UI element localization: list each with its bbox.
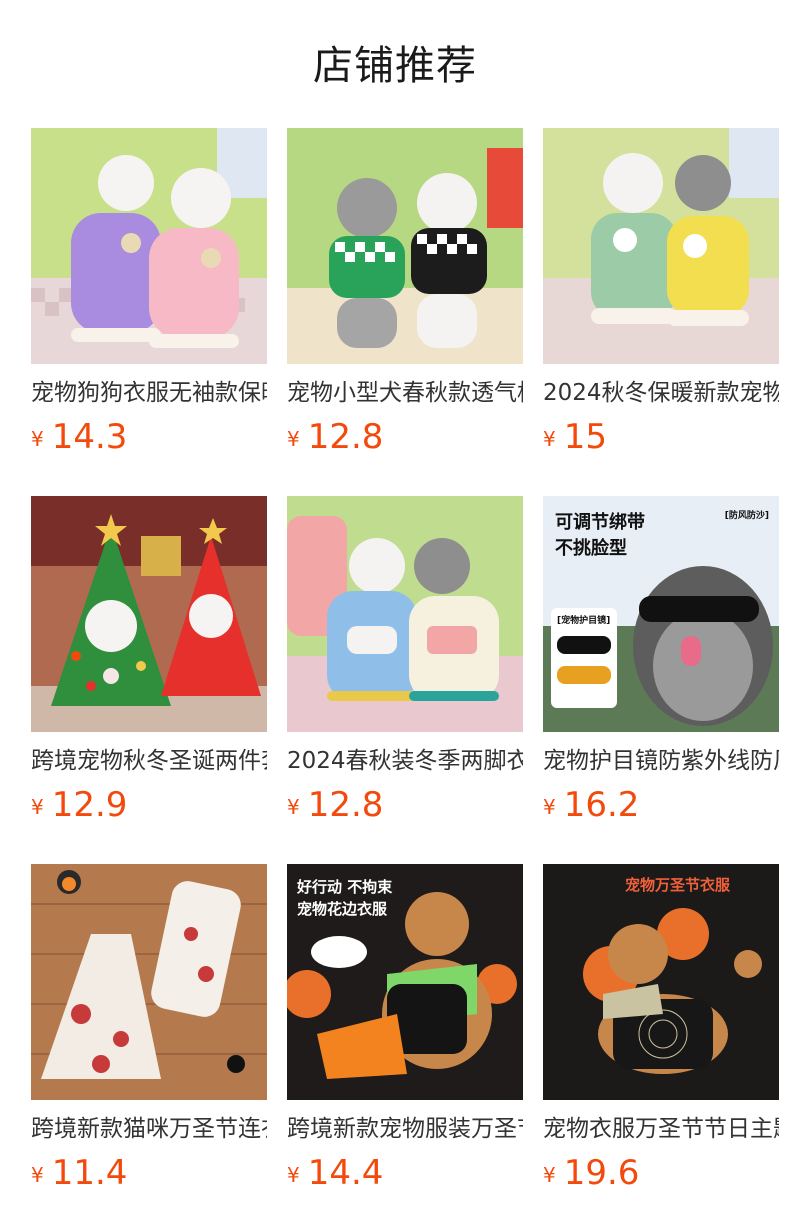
product-name[interactable]: 宠物护目镜防紫外线防风: [543, 744, 779, 778]
currency-symbol: ¥: [31, 427, 44, 451]
product-card[interactable]: 2024秋冬保暖新款宠物 ¥15: [543, 128, 779, 496]
overlay-headline-2: 不挑脸型: [555, 538, 627, 559]
product-price: ¥12.8: [287, 782, 523, 828]
product-image[interactable]: 可调节绑带 不挑脸型 [防风防沙] [宠物护目镜]: [543, 496, 779, 732]
product-card[interactable]: 宠物万圣节衣服 宠物衣服万圣节节日主题 ¥19.6: [543, 864, 779, 1232]
price-amount: 16.2: [563, 785, 640, 825]
currency-symbol: ¥: [543, 427, 556, 451]
overlay-headline-2: 宠物花边衣服: [297, 900, 388, 918]
currency-symbol: ¥: [31, 1163, 44, 1187]
product-image[interactable]: [31, 864, 267, 1100]
page-title: 店铺推荐: [313, 43, 477, 89]
product-name[interactable]: 2024春秋装冬季两脚衣: [287, 744, 523, 778]
product-image[interactable]: [287, 496, 523, 732]
product-price: ¥14.3: [31, 414, 267, 460]
product-image[interactable]: [543, 128, 779, 364]
overlay-headline-1: 宠物万圣节衣服: [625, 876, 731, 894]
currency-symbol: ¥: [287, 1163, 300, 1187]
currency-symbol: ¥: [287, 795, 300, 819]
price-amount: 14.3: [51, 417, 128, 457]
product-card[interactable]: 2024春秋装冬季两脚衣 ¥12.8: [287, 496, 523, 864]
price-amount: 15: [563, 417, 607, 457]
price-amount: 11.4: [51, 1153, 128, 1193]
product-name[interactable]: 宠物小型犬春秋款透气格纹: [287, 376, 523, 410]
overlay-headline-1: 好行动 不拘束: [297, 878, 393, 896]
product-name[interactable]: 2024秋冬保暖新款宠物: [543, 376, 779, 410]
product-name[interactable]: 宠物衣服万圣节节日主题: [543, 1112, 779, 1146]
product-image[interactable]: [31, 496, 267, 732]
shop-recommendations-page: 店铺推荐 宠物狗狗衣服无袖款保暖 ¥ 14.3 宠物小型犬春秋款透气 ¥ 12.…: [0, 0, 790, 1232]
currency-symbol: ¥: [543, 1163, 556, 1187]
product-card[interactable]: 宠物小型犬春秋款透气格纹 ¥12.8: [287, 128, 523, 496]
product-price: ¥15: [543, 414, 779, 460]
product-price: ¥11.4: [31, 1150, 267, 1196]
product-price: ¥19.6: [543, 1150, 779, 1196]
product-grid: 宠物狗狗衣服无袖款保暖 ¥14.3 宠物小型犬春秋款透气 ¥ 12.8 2024…: [31, 128, 779, 1232]
product-name[interactable]: 宠物狗狗衣服无袖款保暖: [31, 376, 267, 410]
product-card[interactable]: 跨境新款猫咪万圣节连衣裙 ¥11.4: [31, 864, 267, 1232]
price-amount: 12.8: [307, 417, 384, 457]
product-image[interactable]: 宠物万圣节衣服: [543, 864, 779, 1100]
price-amount: 14.4: [307, 1153, 384, 1193]
currency-symbol: ¥: [287, 427, 300, 451]
product-price: ¥12.8: [287, 414, 523, 460]
product-name[interactable]: 跨境宠物秋冬圣诞两件套: [31, 744, 267, 778]
product-price: ¥14.4: [287, 1150, 523, 1196]
product-name[interactable]: 跨境新款猫咪万圣节连衣裙: [31, 1112, 267, 1146]
product-card[interactable]: 可调节绑带 不挑脸型 [防风防沙] [宠物护目镜] 宠物护目镜防紫外线防风 ¥1…: [543, 496, 779, 864]
price-amount: 12.9: [51, 785, 128, 825]
product-card[interactable]: 好行动 不拘束 宠物花边衣服 跨境新款宠物服装万圣节 ¥14.4: [287, 864, 523, 1232]
product-card[interactable]: 跨境宠物秋冬圣诞两件套 ¥12.9: [31, 496, 267, 864]
currency-symbol: ¥: [543, 795, 556, 819]
price-amount: 12.8: [307, 785, 384, 825]
currency-symbol: ¥: [31, 795, 44, 819]
price-amount: 19.6: [563, 1153, 640, 1193]
overlay-headline-1: 可调节绑带: [555, 512, 645, 533]
product-image[interactable]: [31, 128, 267, 364]
product-image[interactable]: 好行动 不拘束 宠物花边衣服: [287, 864, 523, 1100]
overlay-corner-tag: [防风防沙]: [724, 511, 769, 521]
product-name[interactable]: 跨境新款宠物服装万圣节: [287, 1112, 523, 1146]
product-price: ¥16.2: [543, 782, 779, 828]
product-price: ¥12.9: [31, 782, 267, 828]
product-card[interactable]: 宠物狗狗衣服无袖款保暖 ¥14.3: [31, 128, 267, 496]
product-image[interactable]: [287, 128, 523, 364]
overlay-product-tag: [宠物护目镜]: [557, 616, 611, 626]
